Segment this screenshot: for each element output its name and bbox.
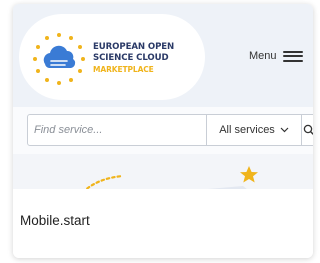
site-header: EUROPEAN OPEN SCIENCE CLOUD MARKETPLACE … bbox=[13, 4, 313, 107]
search-icon bbox=[303, 124, 313, 135]
brand-wordmark[interactable]: EUROPEAN OPEN SCIENCE CLOUD MARKETPLACE bbox=[93, 42, 174, 75]
category-select[interactable]: All services bbox=[206, 115, 301, 145]
chevron-down-icon bbox=[280, 127, 289, 133]
brand-line-2: SCIENCE CLOUD bbox=[93, 53, 169, 63]
search-bar: All services bbox=[27, 114, 313, 146]
menu-button[interactable]: Menu bbox=[249, 48, 303, 64]
menu-label: Menu bbox=[249, 50, 277, 62]
search-input[interactable] bbox=[28, 115, 206, 145]
page-caption: Mobile.start bbox=[20, 213, 90, 228]
brand-line-1: EUROPEAN OPEN bbox=[93, 42, 175, 52]
category-select-label: All services bbox=[219, 124, 275, 136]
search-button[interactable] bbox=[301, 115, 313, 145]
brand-line-3: MARKETPLACE bbox=[93, 65, 154, 74]
hamburger-icon bbox=[282, 50, 303, 63]
eosc-logo-icon[interactable] bbox=[27, 30, 91, 88]
star-icon bbox=[240, 166, 258, 183]
